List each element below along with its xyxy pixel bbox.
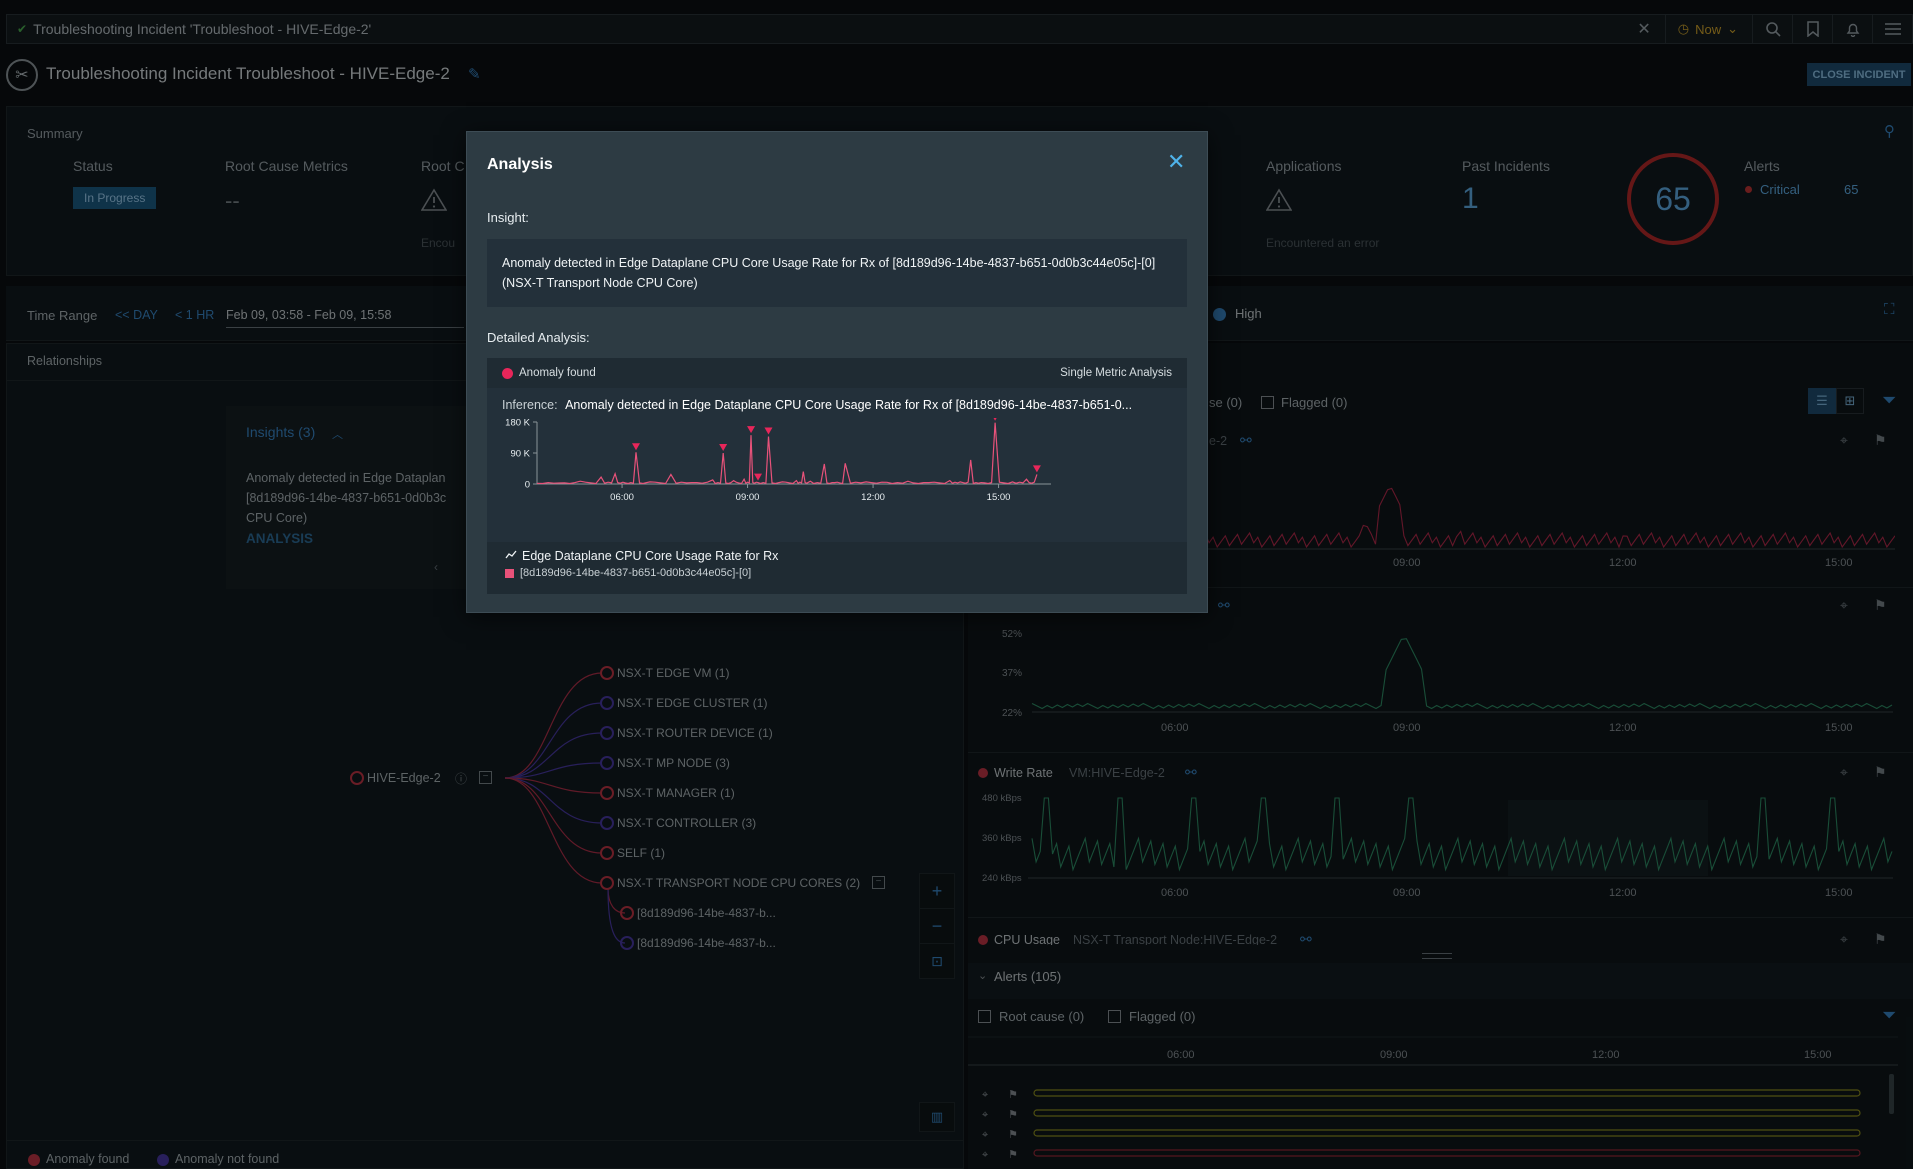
anomaly-marker[interactable] [719,444,728,451]
x-tick-label: 09:00 [736,492,760,503]
detailed-analysis-box: Anomaly found Single Metric Analysis Inf… [487,358,1187,594]
detailed-analysis-label: Detailed Analysis: [487,330,590,345]
anomaly-status: Anomaly found [519,367,596,379]
inference-label: Inference: [502,398,558,412]
anomaly-marker[interactable] [991,418,999,421]
insight-text: Anomaly detected in Edge Dataplane CPU C… [487,239,1187,307]
inference-text: Anomaly detected in Edge Dataplane CPU C… [565,398,1133,412]
series-line [536,422,1038,485]
anomaly-marker[interactable] [747,426,756,434]
y-tick-label: 0 [525,480,530,491]
y-tick-label: 90 K [510,449,530,460]
x-tick-label: 12:00 [861,492,885,503]
anomaly-marker[interactable] [764,427,773,435]
legend-metric-row: Edge Dataplane CPU Core Usage Rate for R… [505,549,1169,563]
trend-line-icon [505,549,517,563]
anomaly-dot-icon [502,367,513,379]
legend-series-name: [8d189d96-14be-4837-b651-0d0b3c44e05c]-[… [520,567,752,579]
legend-series-row[interactable]: [8d189d96-14be-4837-b651-0d0b3c44e05c]-[… [505,567,1169,579]
analysis-status-bar: Anomaly found Single Metric Analysis [487,358,1187,388]
dialog-title: Analysis [487,156,553,173]
insight-label: Insight: [487,210,529,225]
close-icon[interactable]: ✕ [1167,149,1185,175]
analysis-dialog: Analysis ✕ Insight: Anomaly detected in … [466,131,1208,613]
analysis-type: Single Metric Analysis [1060,367,1172,379]
x-tick-label: 15:00 [987,492,1011,503]
series-swatch [505,568,514,578]
y-tick-label: 180 K [505,418,530,429]
inference-row: Inference: Anomaly detected in Edge Data… [502,398,1177,412]
x-tick-label: 06:00 [610,492,634,503]
anomaly-marker[interactable] [632,443,641,451]
legend-metric-name: Edge Dataplane CPU Core Usage Rate for R… [522,549,779,563]
cpu-usage-chart: 180 K 90 K 0 06:00 09:00 12:00 15:00 [505,418,1051,503]
anomaly-marker[interactable] [754,473,763,481]
chart-legend: Edge Dataplane CPU Core Usage Rate for R… [487,542,1187,594]
anomaly-marker[interactable] [1032,465,1041,473]
